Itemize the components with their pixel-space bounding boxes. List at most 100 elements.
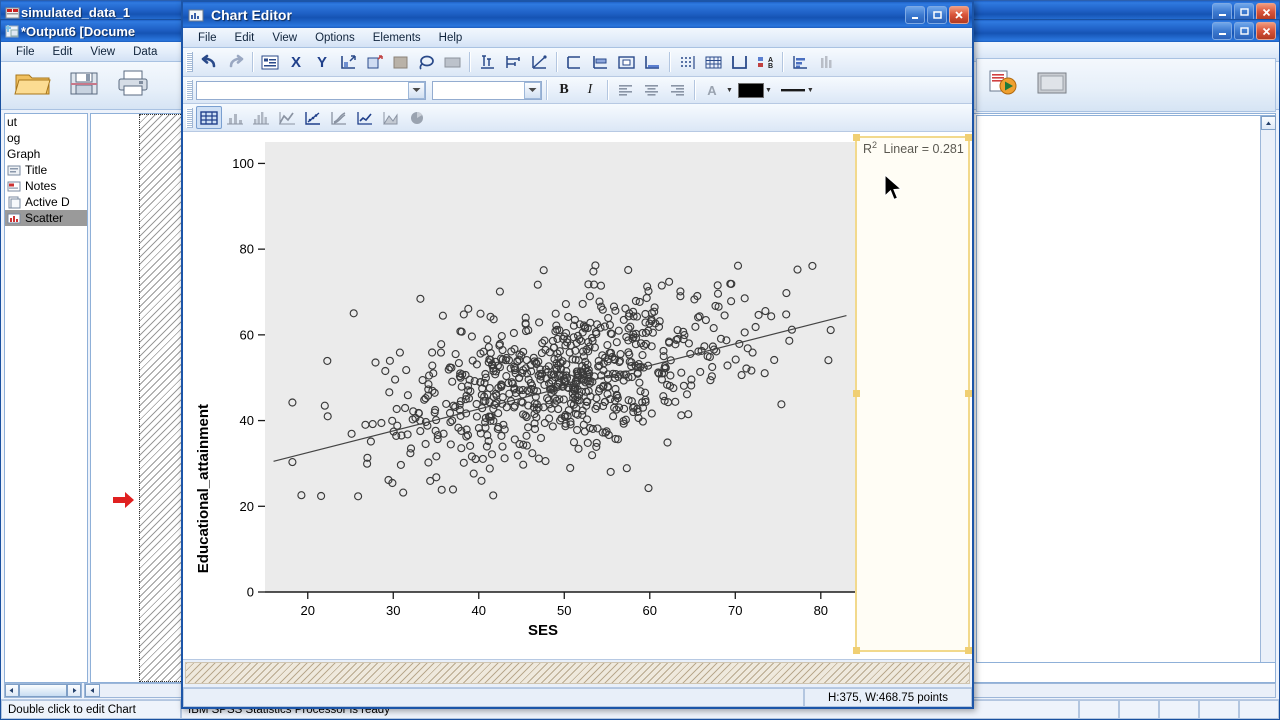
data-label-icon[interactable]: AB <box>752 51 778 74</box>
document-vertical-scrollbar[interactable] <box>1260 116 1276 662</box>
outline-item-graph[interactable]: Graph <box>5 146 87 162</box>
bin-icon[interactable] <box>813 51 839 74</box>
resize-handle-se[interactable] <box>965 647 972 654</box>
line-chart-icon[interactable] <box>352 106 378 129</box>
print-icon[interactable] <box>115 67 151 104</box>
scroll-left-icon[interactable] <box>85 684 100 697</box>
drop-shadow-icon[interactable] <box>378 106 404 129</box>
scroll-right-icon[interactable] <box>67 684 81 697</box>
chart-editor-close-button[interactable] <box>949 6 969 24</box>
open-folder-icon[interactable] <box>13 67 53 104</box>
menu-file[interactable]: File <box>7 45 44 59</box>
grid-layout-icon[interactable] <box>196 106 222 129</box>
histogram-icon[interactable] <box>248 106 274 129</box>
resize-handle-ne[interactable] <box>965 134 972 141</box>
chevron-down-icon[interactable] <box>524 81 541 99</box>
output-viewer-minimize-button[interactable] <box>1212 22 1232 40</box>
outline-scroll-thumb[interactable] <box>18 684 68 697</box>
chart-editor-minimize-button[interactable] <box>905 6 925 24</box>
undo-icon[interactable] <box>196 51 222 74</box>
outline-item-title[interactable]: Title <box>5 162 87 178</box>
toolbar-grip[interactable] <box>186 80 193 100</box>
menu-edit[interactable]: Edit <box>44 45 82 59</box>
menu-view[interactable]: View <box>81 45 124 59</box>
y-axis-icon[interactable]: Y <box>309 51 335 74</box>
point-id-icon[interactable] <box>674 51 700 74</box>
run-icon[interactable] <box>987 67 1021 104</box>
line-weight-dropdown-icon[interactable]: ▼ <box>807 87 814 94</box>
scroll-left-icon[interactable] <box>5 684 19 697</box>
x-axis-icon[interactable]: X <box>283 51 309 74</box>
x-axis-title[interactable]: SES <box>528 622 558 639</box>
add-box-icon[interactable] <box>361 51 387 74</box>
axis-icon[interactable] <box>726 51 752 74</box>
fill-icon[interactable] <box>387 51 413 74</box>
bar-label-icon[interactable] <box>787 51 813 74</box>
properties-icon[interactable] <box>257 51 283 74</box>
align-left-icon[interactable] <box>612 79 638 102</box>
text-color-icon[interactable]: A <box>699 79 725 102</box>
resize-handle-nw[interactable] <box>853 134 860 141</box>
grid-lines-icon[interactable] <box>700 51 726 74</box>
output-document-right-pane[interactable] <box>976 115 1276 663</box>
y-axis-title[interactable]: Educational_attainment <box>195 404 212 573</box>
bar-chart-icon[interactable] <box>222 106 248 129</box>
reference-line-x-icon[interactable] <box>561 51 587 74</box>
line-weight-icon[interactable] <box>780 84 806 96</box>
fill-color-dropdown-icon[interactable]: ▼ <box>765 87 772 94</box>
output-viewer-restore-button[interactable] <box>1234 22 1254 40</box>
scatter-line-icon[interactable] <box>326 106 352 129</box>
annotation-icon[interactable] <box>613 51 639 74</box>
outline-item-active-dataset[interactable]: Active D <box>5 194 87 210</box>
bold-button[interactable]: B <box>551 79 577 102</box>
chart-menu-file[interactable]: File <box>189 31 226 45</box>
transpose-icon[interactable] <box>335 51 361 74</box>
text-color-dropdown-icon[interactable]: ▼ <box>726 87 733 94</box>
error-bars-icon[interactable] <box>474 51 500 74</box>
outline-item-output[interactable]: ut <box>5 114 87 130</box>
outline-item-notes[interactable]: Notes <box>5 178 87 194</box>
align-right-icon[interactable] <box>664 79 690 102</box>
italic-button[interactable]: I <box>577 79 603 102</box>
resize-handle-e[interactable] <box>965 390 972 397</box>
fit-line-icon[interactable] <box>526 51 552 74</box>
svg-text:60: 60 <box>240 327 254 342</box>
fill-color-swatch[interactable] <box>737 82 764 98</box>
pie-chart-icon[interactable] <box>404 106 430 129</box>
svg-text:20: 20 <box>240 499 254 514</box>
resize-handle-w[interactable] <box>853 390 860 397</box>
chart-editor-titlebar[interactable]: Chart Editor <box>183 2 972 28</box>
resize-handle-sw[interactable] <box>853 647 860 654</box>
chart-editor-restore-button[interactable] <box>927 6 947 24</box>
area-chart-icon[interactable] <box>274 106 300 129</box>
toolbar-grip[interactable] <box>186 52 193 72</box>
align-center-icon[interactable] <box>638 79 664 102</box>
menu-data[interactable]: Data <box>124 45 166 59</box>
toolbar-grip[interactable] <box>186 107 193 128</box>
dialog-recall-icon[interactable] <box>1035 69 1069 102</box>
outline-horizontal-scrollbar[interactable] <box>4 683 82 698</box>
redo-icon[interactable] <box>222 51 248 74</box>
save-icon[interactable] <box>67 67 101 104</box>
lasso-select-icon[interactable] <box>413 51 439 74</box>
chevron-down-icon[interactable] <box>408 81 425 99</box>
chart-menu-options[interactable]: Options <box>306 31 364 45</box>
hide-legend-icon[interactable] <box>439 51 465 74</box>
chart-selection-box[interactable] <box>853 134 972 654</box>
chart-menu-view[interactable]: View <box>263 31 306 45</box>
outline-item-scatter[interactable]: Scatter <box>5 210 87 226</box>
scroll-up-icon[interactable] <box>1261 116 1276 130</box>
chart-menu-help[interactable]: Help <box>430 31 472 45</box>
scatter-icon[interactable] <box>300 106 326 129</box>
outline-item-log[interactable]: og <box>5 130 87 146</box>
horizontal-error-bars-icon[interactable] <box>500 51 526 74</box>
reference-line-y-icon[interactable] <box>587 51 613 74</box>
chart-menu-edit[interactable]: Edit <box>226 31 264 45</box>
chart-menu-elements[interactable]: Elements <box>364 31 430 45</box>
font-size-combo[interactable] <box>432 80 542 100</box>
output-outline-pane[interactable]: ut og Graph Title Notes Active D Scatter <box>4 113 88 683</box>
font-family-combo[interactable] <box>196 80 426 100</box>
output-viewer-close-button[interactable] <box>1256 22 1276 40</box>
drop-line-icon[interactable] <box>639 51 665 74</box>
chart-canvas[interactable]: 0 20 40 60 80 100 20 30 40 50 60 70 80 Educational_… <box>183 132 972 659</box>
